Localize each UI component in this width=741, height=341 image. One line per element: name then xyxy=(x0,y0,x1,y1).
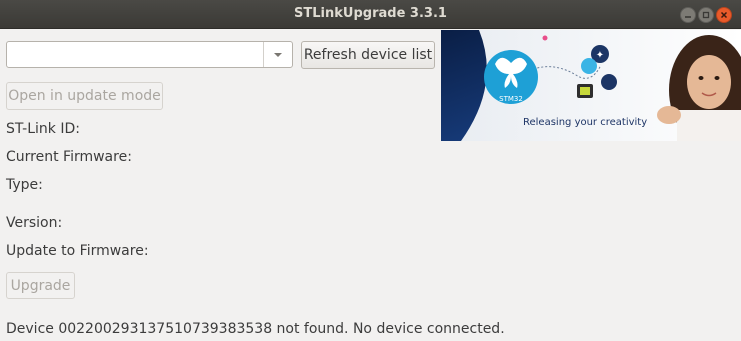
update-to-firmware-label: Update to Firmware: xyxy=(6,243,149,259)
refresh-device-list-button[interactable]: Refresh device list xyxy=(301,41,435,69)
maximize-icon xyxy=(702,11,710,19)
window-title: STLinkUpgrade 3.3.1 xyxy=(294,6,447,21)
stm32-banner: ✦ STM32 Releasing your creativity xyxy=(441,30,741,141)
current-firmware-label: Current Firmware: xyxy=(6,149,132,165)
banner-tagline: Releasing your creativity xyxy=(523,117,647,128)
stlink-id-label: ST-Link ID: xyxy=(6,121,80,137)
device-select[interactable] xyxy=(6,41,293,68)
banner-graphic: ✦ STM32 Releasing your creativity xyxy=(441,30,741,141)
title-bar: STLinkUpgrade 3.3.1 xyxy=(0,0,741,29)
upgrade-button[interactable]: Upgrade xyxy=(6,272,75,299)
close-icon xyxy=(720,11,728,19)
minimize-button[interactable] xyxy=(680,7,696,23)
banner-logo-text: STM32 xyxy=(499,95,523,103)
version-label: Version: xyxy=(6,215,63,231)
open-update-mode-button[interactable]: Open in update mode xyxy=(6,82,163,110)
maximize-button[interactable] xyxy=(698,7,714,23)
device-select-dropdown[interactable] xyxy=(263,42,292,67)
type-label: Type: xyxy=(6,177,43,193)
status-message: Device 002200293137510739383538 not foun… xyxy=(6,321,505,337)
minimize-icon xyxy=(685,16,691,18)
icon-glyph-1: ✦ xyxy=(596,50,604,61)
chevron-down-icon xyxy=(274,52,282,57)
close-button[interactable] xyxy=(716,7,732,23)
